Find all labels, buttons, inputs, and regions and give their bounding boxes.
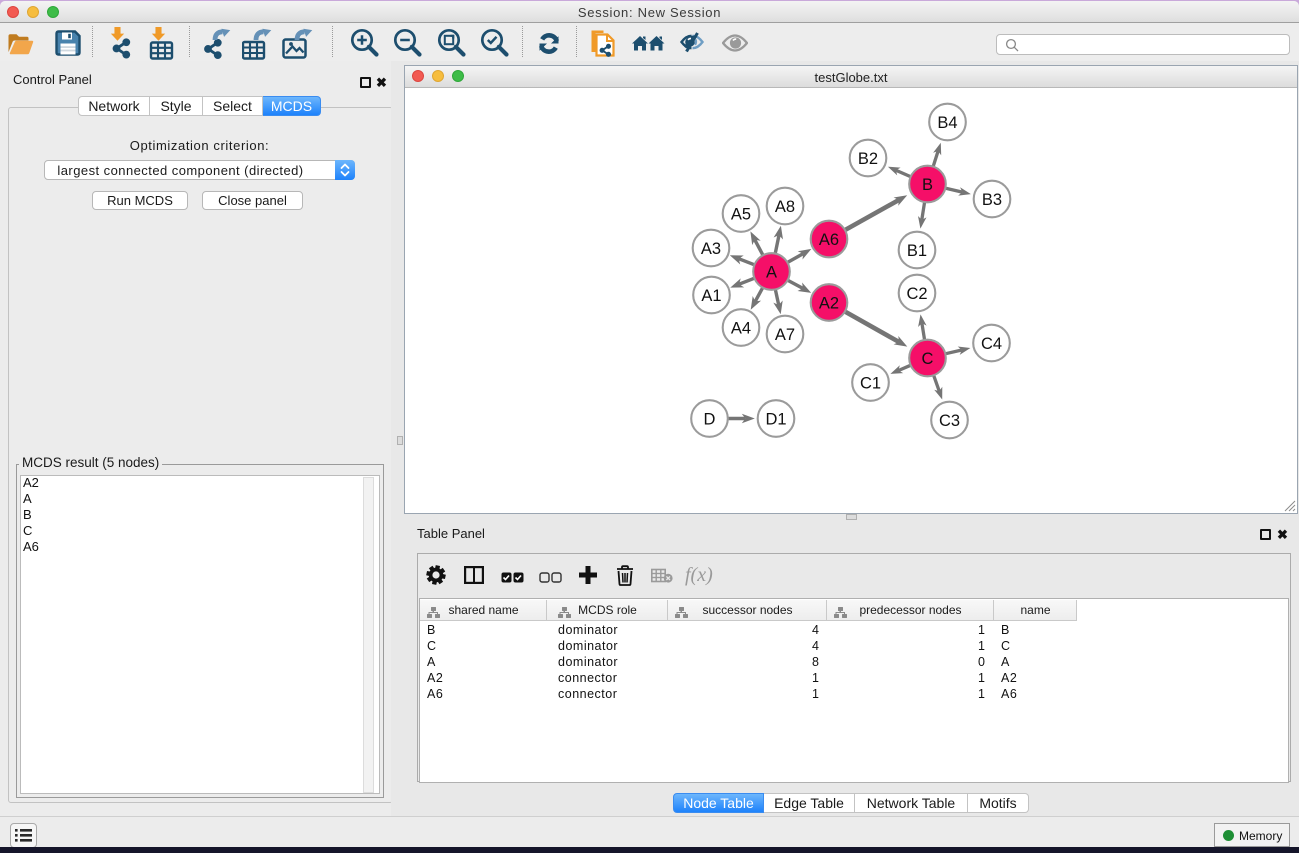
svg-text:C: C xyxy=(922,350,934,368)
svg-text:A: A xyxy=(766,264,777,282)
svg-text:A7: A7 xyxy=(775,326,795,344)
svg-text:B1: B1 xyxy=(907,242,927,260)
svg-text:C1: C1 xyxy=(860,375,881,393)
svg-text:B2: B2 xyxy=(858,150,878,168)
svg-text:A3: A3 xyxy=(701,240,721,258)
svg-text:A5: A5 xyxy=(731,206,751,224)
svg-text:A8: A8 xyxy=(775,198,795,216)
svg-text:D1: D1 xyxy=(765,411,786,429)
svg-text:C4: C4 xyxy=(981,335,1002,353)
svg-text:A1: A1 xyxy=(701,287,721,305)
svg-text:C2: C2 xyxy=(906,285,927,303)
svg-text:C3: C3 xyxy=(939,412,960,430)
svg-text:B4: B4 xyxy=(937,114,957,132)
svg-text:D: D xyxy=(704,411,716,429)
svg-text:A4: A4 xyxy=(731,320,751,338)
svg-text:A2: A2 xyxy=(819,295,839,313)
svg-text:A6: A6 xyxy=(819,231,839,249)
svg-text:B3: B3 xyxy=(982,191,1002,209)
svg-text:B: B xyxy=(922,176,933,194)
